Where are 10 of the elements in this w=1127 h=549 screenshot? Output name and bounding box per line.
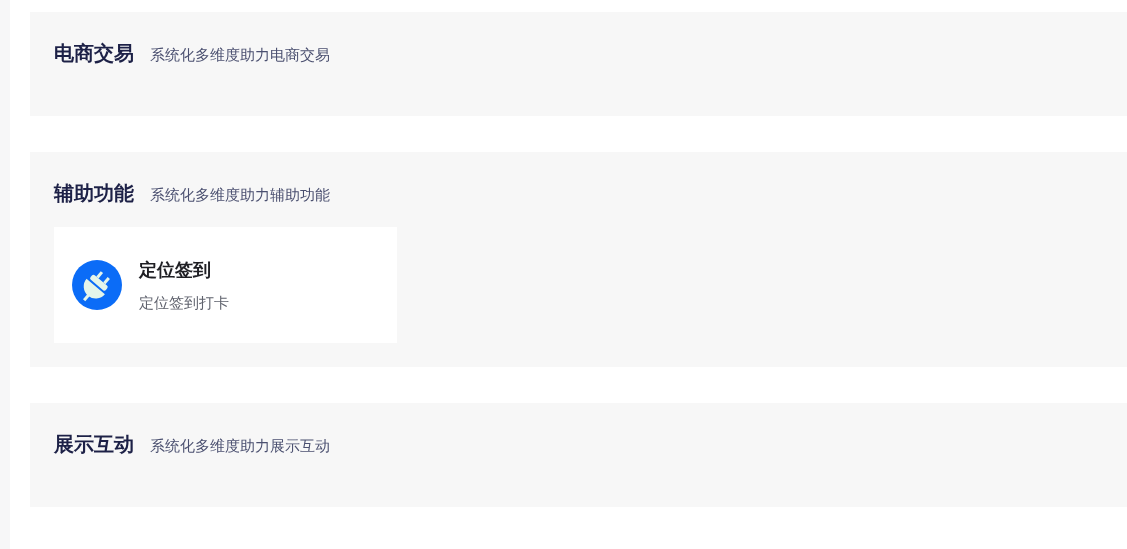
section-subtitle: 系统化多维度助力展示互动 xyxy=(150,437,330,456)
section-title: 展示互动 xyxy=(54,431,134,458)
card-title: 定位签到 xyxy=(139,257,212,282)
section-subtitle: 系统化多维度助力电商交易 xyxy=(150,46,330,65)
plug-icon xyxy=(72,260,122,310)
section-title: 辅助功能 xyxy=(54,180,134,207)
feature-card[interactable]: 定位签到 定位签到打卡 xyxy=(54,227,397,343)
card-description: 定位签到打卡 xyxy=(139,293,229,313)
section-title: 电商交易 xyxy=(54,40,134,67)
section-subtitle: 系统化多维度助力辅助功能 xyxy=(150,186,330,205)
